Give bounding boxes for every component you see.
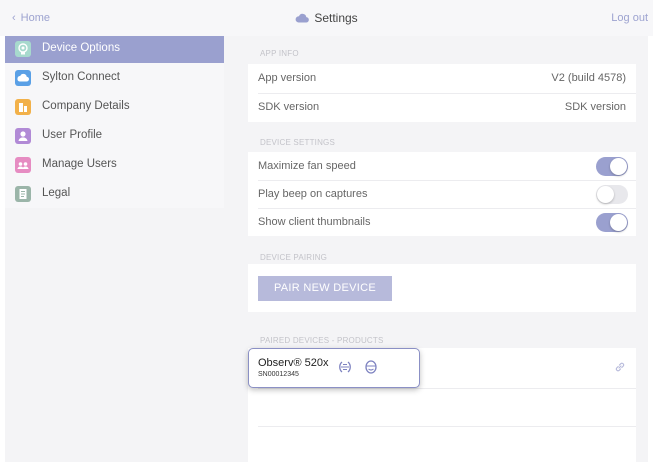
divider <box>258 388 636 389</box>
show-thumbnails-row: Show client thumbnails <box>248 208 636 236</box>
divider <box>258 426 636 427</box>
show-thumbnails-label: Show client thumbnails <box>258 216 371 228</box>
device-settings-card: Maximize fan speed Play beep on captures… <box>248 152 636 236</box>
paired-device-card[interactable]: Observ® 520x SN00012345 <box>248 348 420 388</box>
device-name: Observ® 520x <box>258 357 329 369</box>
sidebar-item-label: User Profile <box>42 129 103 141</box>
sidebar-item-label: Manage Users <box>42 158 117 170</box>
sidebar: Device Options Sylton Connect Company De… <box>5 36 224 208</box>
sidebar-item-label: Device Options <box>42 42 120 54</box>
section-header-device-settings: DEVICE SETTINGS <box>260 138 336 147</box>
link-icon[interactable] <box>614 361 626 373</box>
company-icon <box>15 99 31 115</box>
user-icon <box>15 128 31 144</box>
show-thumbnails-toggle[interactable] <box>596 213 628 232</box>
section-header-app-info: APP INFO <box>260 49 299 58</box>
pair-new-device-button[interactable]: PAIR NEW DEVICE <box>258 276 392 301</box>
sidebar-item-label: Legal <box>42 187 71 199</box>
device-options-icon <box>15 41 31 57</box>
device-serial: SN00012345 <box>258 371 299 378</box>
sdk-version-value: SDK version <box>564 101 626 113</box>
play-beep-label: Play beep on captures <box>258 188 368 200</box>
sidebar-item-label: Sylton Connect <box>42 71 120 83</box>
sidebar-empty-area <box>5 208 224 462</box>
maximize-fan-speed-row: Maximize fan speed <box>248 152 636 180</box>
app-version-value: V2 (build 4578) <box>551 72 626 84</box>
maximize-fan-speed-toggle[interactable] <box>596 157 628 176</box>
section-header-paired-devices: PAIRED DEVICES - PRODUCTS <box>260 336 384 345</box>
sidebar-item-sylton-connect[interactable]: Sylton Connect <box>5 65 224 92</box>
sidebar-item-legal[interactable]: Legal <box>5 181 224 208</box>
app-version-label: App version <box>258 72 317 84</box>
logout-button[interactable]: Log out <box>611 12 648 24</box>
play-beep-row: Play beep on captures <box>248 180 636 208</box>
toggle-knob <box>610 214 627 231</box>
sidebar-item-device-options[interactable]: Device Options <box>5 36 224 63</box>
page-title: Settings <box>0 11 653 26</box>
sdk-version-label: SDK version <box>258 101 320 113</box>
cloud-icon <box>295 12 310 26</box>
sidebar-item-manage-users[interactable]: Manage Users <box>5 152 224 179</box>
users-icon <box>15 157 31 173</box>
cloud-icon <box>15 70 31 86</box>
section-header-device-pairing: DEVICE PAIRING <box>260 253 328 262</box>
face-mask-icon[interactable] <box>363 359 379 375</box>
device-pairing-card: PAIR NEW DEVICE <box>248 264 636 312</box>
toggle-knob <box>610 158 627 175</box>
sidebar-item-company-details[interactable]: Company Details <box>5 94 224 121</box>
toggle-knob <box>597 186 614 203</box>
app-version-row: App version V2 (build 4578) <box>248 64 636 92</box>
sdk-version-row: SDK version SDK version <box>248 93 636 121</box>
top-bar: ‹ Home Settings Log out <box>0 0 653 36</box>
face-scan-icon[interactable] <box>337 359 353 375</box>
maximize-fan-speed-label: Maximize fan speed <box>258 160 356 172</box>
play-beep-toggle[interactable] <box>596 185 628 204</box>
sidebar-item-user-profile[interactable]: User Profile <box>5 123 224 150</box>
document-icon <box>15 186 31 202</box>
page-title-text: Settings <box>314 11 358 25</box>
sidebar-item-label: Company Details <box>42 100 130 112</box>
app-info-card: App version V2 (build 4578) SDK version … <box>248 64 636 122</box>
